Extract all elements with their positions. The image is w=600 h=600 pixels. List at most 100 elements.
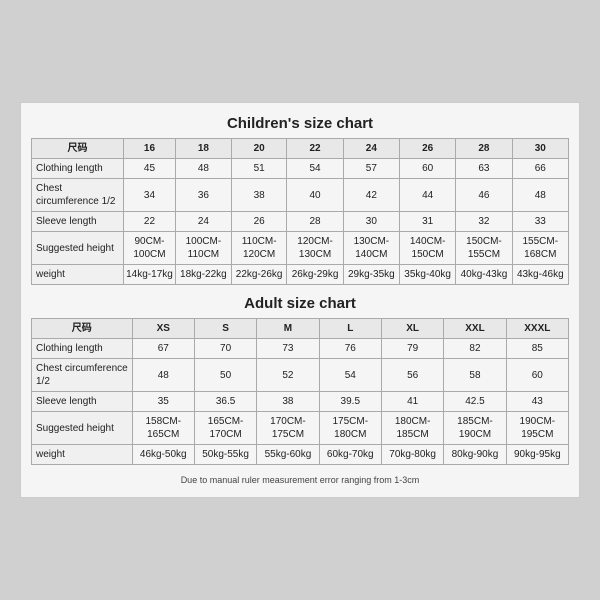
cell-4-6: 40kg-43kg: [456, 265, 512, 285]
row-label-1: Chest circumference 1/2: [32, 179, 124, 212]
cell-0-3: 76: [319, 339, 381, 359]
row-label-2: Sleeve length: [32, 212, 124, 232]
cell-3-3: 120CM-130CM: [287, 232, 343, 265]
col-header-6: XXL: [444, 319, 506, 339]
col-header-0: 尺码: [32, 139, 124, 159]
cell-0-1: 70: [194, 339, 256, 359]
cell-3-6: 150CM-155CM: [456, 232, 512, 265]
cell-4-6: 90kg-95kg: [506, 445, 568, 465]
cell-2-6: 32: [456, 212, 512, 232]
cell-1-5: 58: [444, 359, 506, 392]
cell-1-6: 46: [456, 179, 512, 212]
cell-4-0: 46kg-50kg: [132, 445, 194, 465]
cell-2-1: 36.5: [194, 392, 256, 412]
cell-3-2: 110CM-120CM: [231, 232, 287, 265]
cell-0-5: 82: [444, 339, 506, 359]
adult-chart-title: Adult size chart: [31, 295, 569, 312]
cell-1-2: 52: [257, 359, 319, 392]
cell-4-3: 60kg-70kg: [319, 445, 381, 465]
cell-3-5: 140CM-150CM: [400, 232, 456, 265]
cell-3-1: 100CM-110CM: [175, 232, 231, 265]
col-header-5: 24: [343, 139, 399, 159]
cell-2-7: 33: [512, 212, 568, 232]
children-header-row: 尺码1618202224262830: [32, 139, 569, 159]
table-row: Chest circumference 1/23436384042444648: [32, 179, 569, 212]
col-header-0: 尺码: [32, 319, 133, 339]
table-row: Suggested height90CM-100CM100CM-110CM110…: [32, 232, 569, 265]
cell-0-4: 79: [381, 339, 443, 359]
cell-1-3: 40: [287, 179, 343, 212]
cell-2-3: 28: [287, 212, 343, 232]
cell-0-2: 73: [257, 339, 319, 359]
cell-3-3: 175CM-180CM: [319, 412, 381, 445]
cell-1-7: 48: [512, 179, 568, 212]
children-table: 尺码1618202224262830 Clothing length454851…: [31, 138, 569, 285]
cell-3-4: 180CM-185CM: [381, 412, 443, 445]
cell-4-7: 43kg-46kg: [512, 265, 568, 285]
cell-4-5: 35kg-40kg: [400, 265, 456, 285]
cell-1-3: 54: [319, 359, 381, 392]
row-label-3: Suggested height: [32, 412, 133, 445]
cell-3-0: 90CM-100CM: [124, 232, 176, 265]
table-row: Sleeve length3536.53839.54142.543: [32, 392, 569, 412]
table-row: Clothing length67707376798285: [32, 339, 569, 359]
cell-3-0: 158CM-165CM: [132, 412, 194, 445]
col-header-8: 30: [512, 139, 568, 159]
cell-4-3: 26kg-29kg: [287, 265, 343, 285]
size-chart-card: Children's size chart 尺码1618202224262830…: [20, 102, 580, 498]
cell-4-5: 80kg-90kg: [444, 445, 506, 465]
adult-table: 尺码XSSMLXLXXLXXXL Clothing length67707376…: [31, 318, 569, 465]
cell-1-2: 38: [231, 179, 287, 212]
cell-3-4: 130CM-140CM: [343, 232, 399, 265]
cell-0-6: 63: [456, 159, 512, 179]
col-header-4: L: [319, 319, 381, 339]
cell-1-1: 50: [194, 359, 256, 392]
cell-4-0: 14kg-17kg: [124, 265, 176, 285]
cell-2-2: 26: [231, 212, 287, 232]
cell-1-0: 48: [132, 359, 194, 392]
col-header-2: 18: [175, 139, 231, 159]
row-label-2: Sleeve length: [32, 392, 133, 412]
table-row: Suggested height158CM-165CM165CM-170CM17…: [32, 412, 569, 445]
cell-3-6: 190CM-195CM: [506, 412, 568, 445]
table-row: weight46kg-50kg50kg-55kg55kg-60kg60kg-70…: [32, 445, 569, 465]
col-header-5: XL: [381, 319, 443, 339]
cell-1-1: 36: [175, 179, 231, 212]
cell-2-4: 41: [381, 392, 443, 412]
cell-4-1: 50kg-55kg: [194, 445, 256, 465]
cell-0-5: 60: [400, 159, 456, 179]
cell-0-1: 48: [175, 159, 231, 179]
cell-1-5: 44: [400, 179, 456, 212]
cell-2-1: 24: [175, 212, 231, 232]
cell-2-3: 39.5: [319, 392, 381, 412]
cell-3-2: 170CM-175CM: [257, 412, 319, 445]
cell-4-4: 29kg-35kg: [343, 265, 399, 285]
cell-2-0: 22: [124, 212, 176, 232]
cell-3-5: 185CM-190CM: [444, 412, 506, 445]
col-header-7: 28: [456, 139, 512, 159]
cell-2-0: 35: [132, 392, 194, 412]
cell-4-4: 70kg-80kg: [381, 445, 443, 465]
col-header-4: 22: [287, 139, 343, 159]
cell-0-0: 67: [132, 339, 194, 359]
cell-0-7: 66: [512, 159, 568, 179]
col-header-1: XS: [132, 319, 194, 339]
disclaimer-text: Due to manual ruler measurement error ra…: [31, 475, 569, 485]
row-label-0: Clothing length: [32, 159, 124, 179]
col-header-2: S: [194, 319, 256, 339]
col-header-3: 20: [231, 139, 287, 159]
adult-section: Adult size chart 尺码XSSMLXLXXLXXXL Clothi…: [31, 295, 569, 465]
cell-2-4: 30: [343, 212, 399, 232]
cell-2-2: 38: [257, 392, 319, 412]
cell-0-0: 45: [124, 159, 176, 179]
cell-1-0: 34: [124, 179, 176, 212]
cell-0-3: 54: [287, 159, 343, 179]
row-label-4: weight: [32, 265, 124, 285]
cell-3-7: 155CM-168CM: [512, 232, 568, 265]
col-header-1: 16: [124, 139, 176, 159]
children-section: Children's size chart 尺码1618202224262830…: [31, 115, 569, 285]
table-row: Sleeve length2224262830313233: [32, 212, 569, 232]
cell-4-2: 55kg-60kg: [257, 445, 319, 465]
col-header-6: 26: [400, 139, 456, 159]
row-label-1: Chest circumference 1/2: [32, 359, 133, 392]
